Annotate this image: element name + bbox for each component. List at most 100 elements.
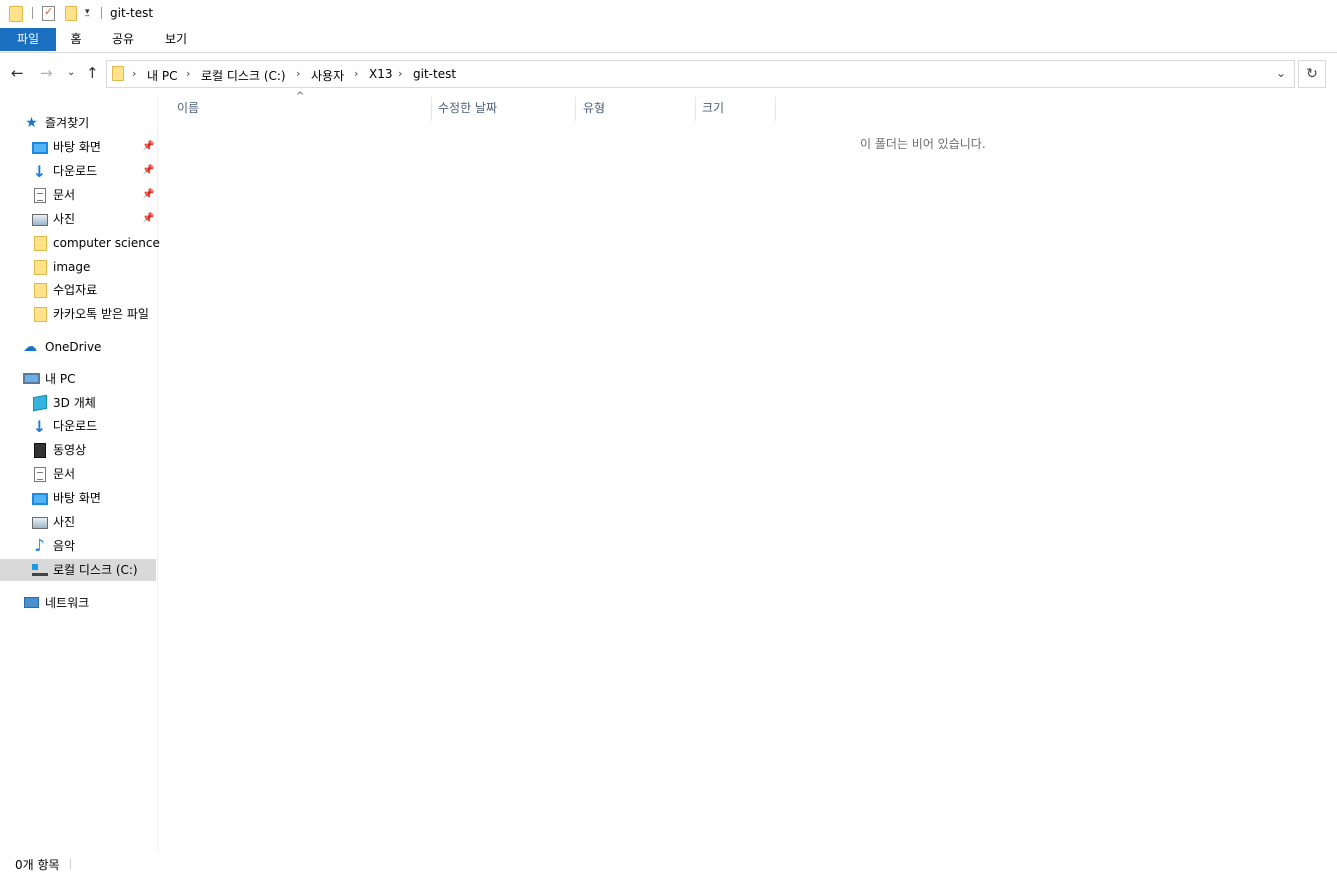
chevron-right-icon[interactable]: › [296, 67, 300, 80]
breadcrumb-users[interactable]: 사용자 [311, 67, 344, 84]
sidebar-item-quick-access[interactable]: ★ 즐겨찾기 [0, 112, 156, 134]
forward-arrow-icon[interactable]: → [40, 64, 53, 82]
address-history-chevron-icon[interactable]: ⌄ [1276, 66, 1286, 80]
film-icon [34, 443, 46, 458]
sidebar-item-videos[interactable]: 동영상 [0, 439, 156, 461]
column-header-type[interactable]: 유형 [583, 97, 695, 121]
tab-file[interactable]: 파일 [0, 28, 56, 51]
chevron-right-icon[interactable]: › [132, 67, 136, 80]
divider [101, 7, 102, 19]
sidebar-item-documents[interactable]: 문서 📌 [0, 184, 156, 206]
sidebar-item-label: OneDrive [45, 340, 102, 354]
sidebar-item-label: 즐겨찾기 [45, 116, 90, 130]
sidebar-item-label: 바탕 화면 [53, 491, 101, 505]
column-divider[interactable] [695, 97, 696, 121]
drive-icon [32, 564, 48, 576]
quick-access-toolbar-dropdown-icon[interactable]: ▾̲ [85, 7, 90, 17]
tab-view[interactable]: 보기 [157, 28, 195, 51]
sidebar-item-desktop[interactable]: 바탕 화면 📌 [0, 136, 156, 158]
cloud-icon: ☁ [23, 339, 37, 355]
document-icon [34, 188, 46, 203]
sidebar-item-pc-documents[interactable]: 문서 [0, 463, 156, 485]
star-icon: ★ [25, 115, 38, 131]
properties-icon[interactable] [42, 5, 55, 21]
sidebar-item-local-disk[interactable]: 로컬 디스크 (C:) [0, 559, 156, 581]
sidebar-item-downloads[interactable]: ↓ 다운로드 📌 [0, 160, 156, 182]
tab-share[interactable]: 공유 [104, 28, 142, 51]
sidebar-item-label: 로컬 디스크 (C:) [53, 563, 138, 577]
sidebar-item-onedrive[interactable]: ☁ OneDrive [0, 336, 156, 358]
cube-icon [33, 394, 47, 412]
sidebar-item-label: 문서 [53, 188, 76, 202]
sidebar-item-label: 문서 [53, 467, 76, 481]
tab-home[interactable]: 홈 [60, 28, 92, 51]
breadcrumb-this-pc[interactable]: 내 PC [147, 67, 177, 84]
sidebar-item-label: computer science [53, 236, 160, 250]
sidebar-item-pictures[interactable]: 사진 📌 [0, 208, 156, 230]
sidebar-item-label: 바탕 화면 [53, 140, 101, 154]
breadcrumb-x13[interactable]: X13 [369, 67, 393, 81]
sidebar-item-3d-objects[interactable]: 3D 개체 [0, 392, 156, 414]
column-header-name[interactable]: 이름 [177, 97, 431, 121]
pin-icon: 📌 [142, 213, 155, 224]
music-note-icon: ♪ [34, 536, 45, 556]
sidebar-item-kakaotalk-files[interactable]: 카카오톡 받은 파일 [0, 303, 156, 325]
desktop-icon [32, 493, 48, 505]
sidebar-item-label: 동영상 [53, 443, 87, 457]
pictures-icon [32, 214, 48, 226]
sidebar-item-label: 사진 [53, 212, 76, 226]
sidebar-item-label: 수업자료 [53, 283, 98, 297]
download-icon: ↓ [32, 417, 47, 436]
column-divider[interactable] [775, 97, 776, 121]
sidebar-item-label: 다운로드 [53, 164, 98, 178]
folder-icon [34, 260, 47, 275]
sidebar-item-computer-science[interactable]: computer science [0, 232, 160, 254]
ribbon-tabs: 파일 홈 공유 보기 [0, 28, 1337, 53]
empty-folder-message: 이 폴더는 비어 있습니다. [860, 137, 986, 151]
breadcrumb-git-test[interactable]: git-test [413, 67, 456, 81]
folder-icon [34, 307, 47, 322]
chevron-right-icon[interactable]: › [398, 67, 402, 80]
sidebar-item-pc-downloads[interactable]: ↓ 다운로드 [0, 415, 156, 437]
sidebar-item-label: 내 PC [45, 372, 76, 386]
status-bar: 0개 항목 [0, 851, 1337, 876]
refresh-button[interactable]: ↻ [1298, 60, 1326, 88]
navigation-pane: ★ 즐겨찾기 바탕 화면 📌 ↓ 다운로드 📌 문서 📌 사진 📌 comput… [0, 95, 160, 851]
pictures-icon [32, 517, 48, 529]
sidebar-item-image[interactable]: image [0, 256, 156, 278]
sidebar-item-network[interactable]: 네트워크 [0, 592, 156, 614]
divider [70, 858, 71, 870]
folder-icon [112, 66, 124, 81]
pin-icon: 📌 [142, 141, 155, 152]
folder-icon [34, 236, 47, 251]
title-bar: ▾̲ git-test [0, 0, 1337, 28]
download-icon: ↓ [32, 162, 47, 181]
network-icon [24, 597, 39, 608]
up-arrow-icon[interactable]: ↑ [86, 64, 99, 82]
sidebar-item-pc-desktop[interactable]: 바탕 화면 [0, 487, 156, 509]
divider [32, 7, 33, 19]
address-bar[interactable]: › 내 PC › 로컬 디스크 (C:) › 사용자 › X13 › git-t… [106, 60, 1295, 88]
new-folder-icon[interactable] [65, 6, 77, 21]
sidebar-item-label: 사진 [53, 515, 76, 529]
back-arrow-icon[interactable]: ← [11, 64, 24, 82]
document-icon [34, 467, 46, 482]
navigation-bar: ← → ⌄ ↑ › 내 PC › 로컬 디스크 (C:) › 사용자 › X13… [0, 58, 1337, 90]
item-count: 0개 항목 [15, 858, 60, 872]
sidebar-item-this-pc[interactable]: 내 PC [0, 368, 156, 390]
sidebar-item-label: image [53, 260, 91, 274]
sidebar-item-label: 카카오톡 받은 파일 [53, 307, 149, 321]
column-divider[interactable] [431, 97, 432, 121]
column-divider[interactable] [575, 97, 576, 121]
sidebar-item-class-materials[interactable]: 수업자료 [0, 279, 156, 301]
chevron-right-icon[interactable]: › [186, 67, 190, 80]
window-title: git-test [110, 6, 154, 20]
sidebar-item-music[interactable]: ♪ 음악 [0, 535, 156, 557]
chevron-right-icon[interactable]: › [354, 67, 358, 80]
column-header-date-modified[interactable]: 수정한 날짜 [438, 97, 575, 121]
computer-icon [23, 373, 40, 384]
recent-locations-chevron-icon[interactable]: ⌄ [67, 67, 75, 78]
sidebar-item-pc-pictures[interactable]: 사진 [0, 511, 156, 533]
column-header-size[interactable]: 크기 [702, 97, 775, 121]
breadcrumb-local-disk[interactable]: 로컬 디스크 (C:) [201, 67, 286, 84]
